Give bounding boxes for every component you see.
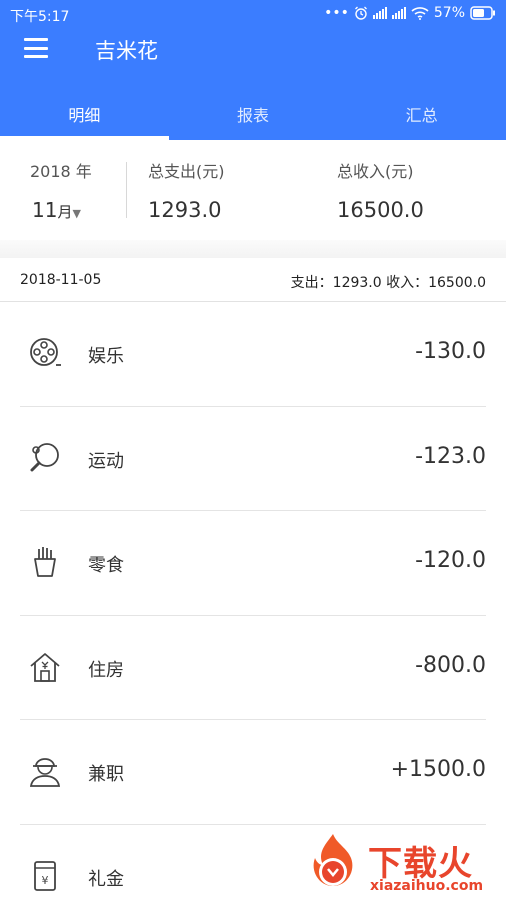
red-envelope-icon: ¥ [34,860,56,891]
vertical-divider [126,162,127,218]
section-gap [0,240,506,258]
film-reel-icon [30,338,61,366]
worker-icon [29,758,61,787]
month-summary: 2018 年 11月▼ 总支出(元) 1293.0 总收入(元) 16500.0 [0,140,506,240]
app-header: 下午5:17 ••• 57% 吉米花 明细 报表 汇总 [0,0,506,140]
record-amount: -120.0 [415,548,486,573]
month-number: 11 [32,198,58,222]
day-header: 2018-11-05 支出：1293.0 收入：16500.0 [0,258,506,302]
record-category: 住房 [88,659,124,681]
signal-icon-2 [391,7,406,19]
record-category: 娱乐 [88,346,124,367]
record-category: 兼职 [88,764,124,785]
status-time: 下午5:17 [10,9,70,25]
record-amount: -800.0 [415,652,486,678]
record-category: 运动 [88,450,124,472]
list-item[interactable]: 住房 -800.0 [0,616,506,721]
total-expense-value: 1293.0 [148,198,222,222]
total-expense-label: 总支出(元) [148,162,225,181]
status-bar: 下午5:17 ••• 57% [0,0,506,30]
record-amount: -130.0 [415,339,486,364]
status-icons: ••• 57% [324,5,496,21]
ping-pong-icon [30,442,59,471]
battery-icon [470,6,495,20]
list-item[interactable]: 运动 -123.0 [0,407,506,512]
flame-logo-icon [313,834,353,886]
tab-summary[interactable]: 汇总 [337,90,506,140]
signal-icon-1 [372,7,387,19]
more-dots-icon: ••• [324,5,349,21]
app-bar: 吉米花 [0,30,506,70]
record-category: 礼金 [88,868,124,890]
watermark-domain: xiazaihuo.com [370,878,484,894]
record-amount: +1500.0 [390,757,486,782]
tab-details[interactable]: 明细 [0,90,169,140]
svg-text:¥: ¥ [42,874,49,887]
list-item[interactable]: 兼职 +1500.0 [0,720,506,825]
list-item[interactable]: 零食 -120.0 [0,511,506,616]
record-category: 零食 [88,555,124,576]
day-totals: 支出：1293.0 收入：16500.0 [290,275,486,291]
tab-bar: 明细 报表 汇总 [0,90,506,140]
year-label: 2018 年 [30,162,92,181]
fries-icon [34,547,56,577]
battery-percent: 57% [433,5,465,21]
app-title: 吉米花 [95,39,158,63]
tab-reports[interactable]: 报表 [169,90,338,140]
day-date: 2018-11-05 [20,272,102,288]
record-amount: -123.0 [415,443,486,469]
total-income-label: 总收入(元) [337,162,414,181]
watermark: 下载火 xiazaihuo.com [296,830,506,900]
alarm-icon [354,6,367,20]
list-item[interactable]: 娱乐 -130.0 [0,302,506,407]
month-selector[interactable]: 11月▼ [32,198,81,222]
month-unit: 月 [57,203,73,221]
record-list: 娱乐 -130.0 运动 -123.0 零食 -120.0 住房 -800.0 … [0,302,506,900]
total-income-value: 16500.0 [337,198,424,222]
wifi-icon [411,7,429,20]
caret-down-icon: ▼ [72,207,81,220]
house-icon [30,652,60,682]
hamburger-menu-icon[interactable] [24,38,48,58]
